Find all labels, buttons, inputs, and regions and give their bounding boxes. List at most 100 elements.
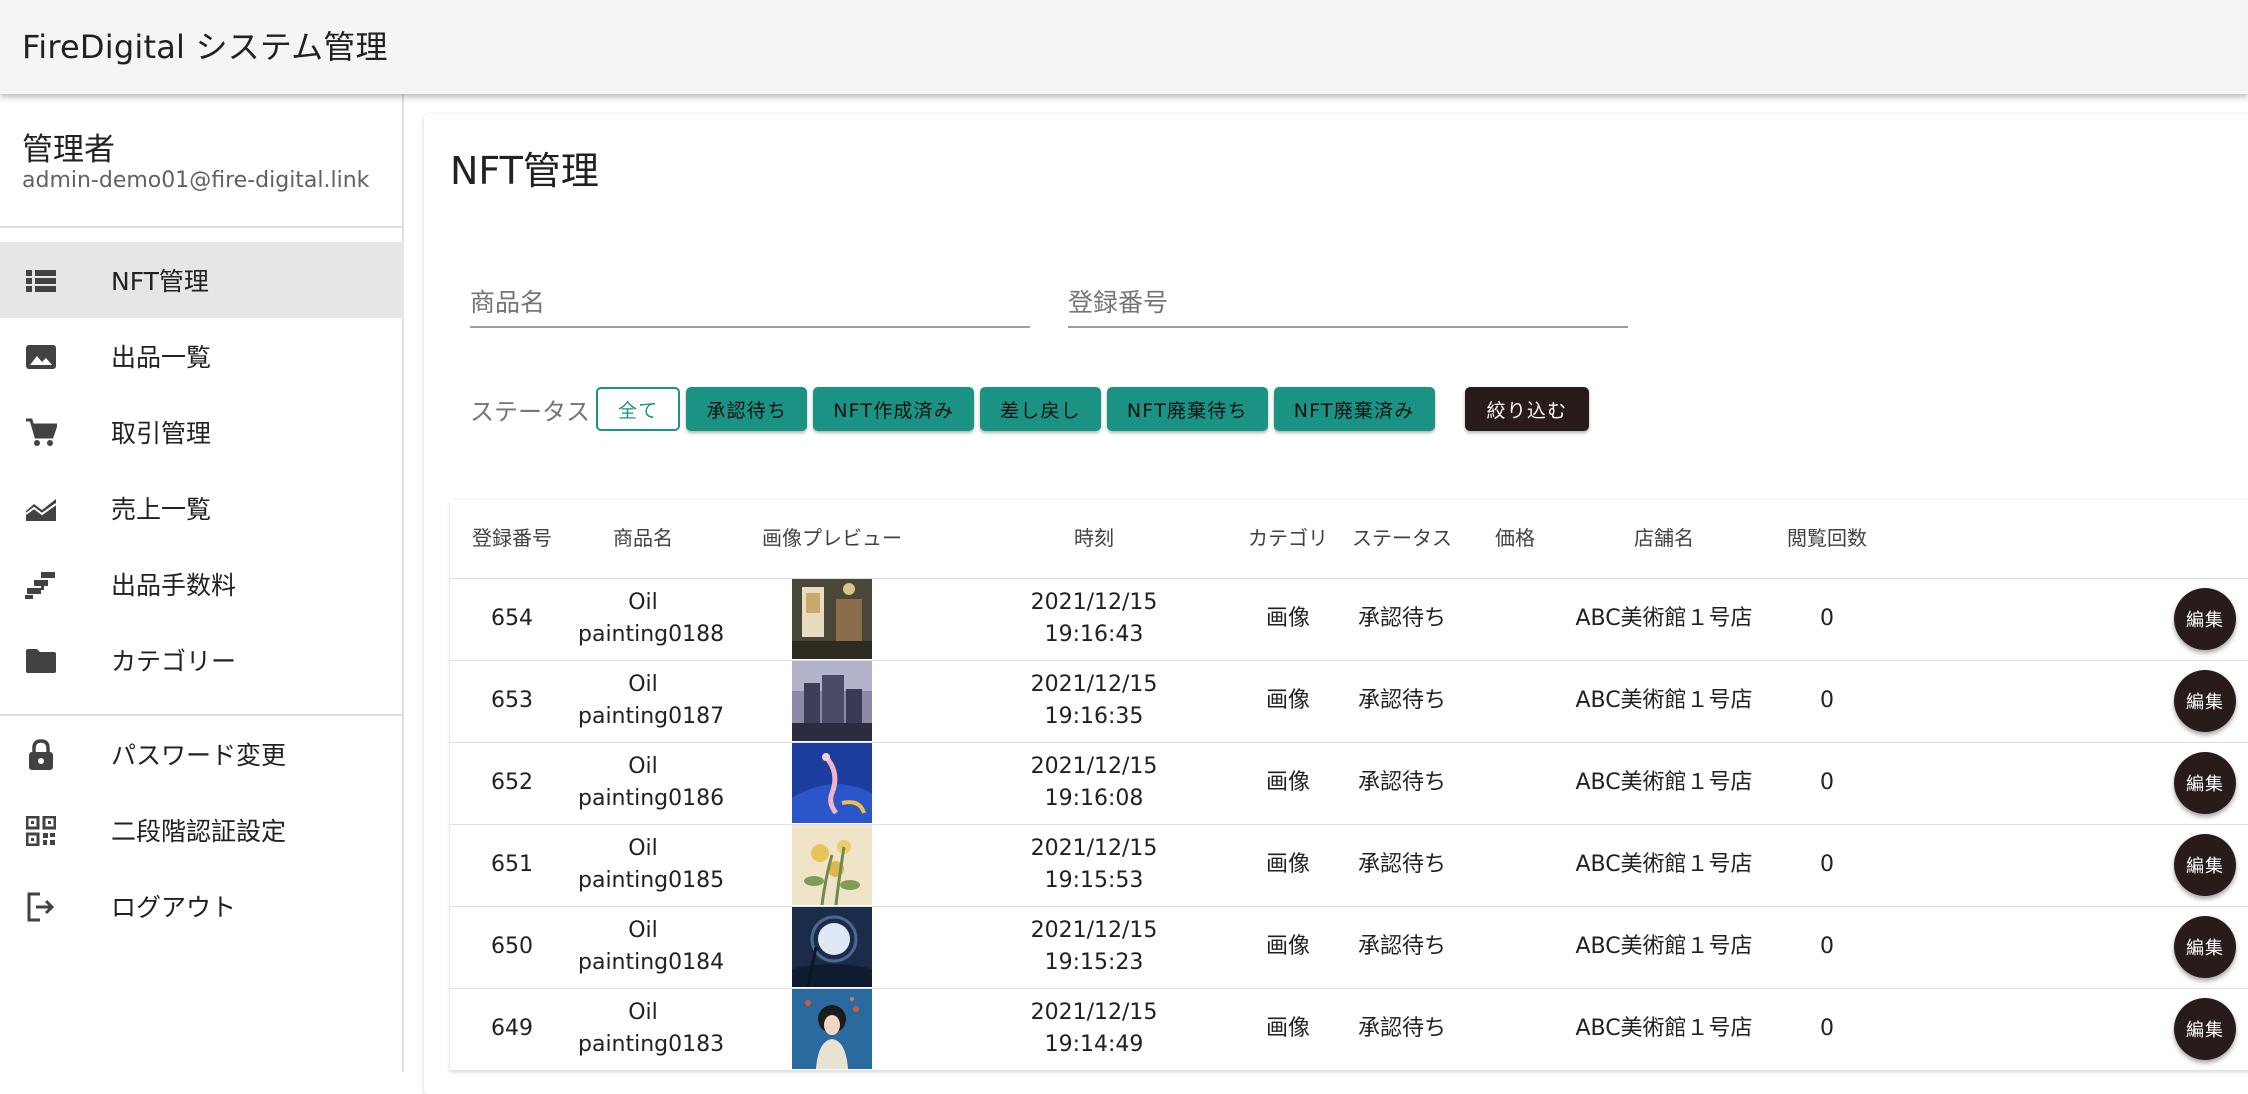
cell-image bbox=[712, 578, 952, 661]
cell-time: 2021/12/15 19:15:53 bbox=[952, 824, 1236, 907]
product-name-field[interactable] bbox=[470, 264, 1030, 328]
image-preview[interactable] bbox=[792, 661, 872, 741]
cell-reg-number: 649 bbox=[450, 988, 574, 1071]
status-chip-disposal-pending[interactable]: NFT廃棄待ち bbox=[1106, 387, 1268, 431]
table-row[interactable]: 649 Oil painting0183 2021/12/15 19:14:49 … bbox=[450, 988, 2248, 1071]
product-name-input[interactable] bbox=[470, 264, 1030, 326]
table-row[interactable]: 653 Oil painting0187 2021/12/15 19:16:35 … bbox=[450, 660, 2248, 743]
table-row[interactable]: 654 Oil painting0188 2021/12/15 19:16:43 … bbox=[450, 578, 2248, 661]
table-header-row: 登録番号 商品名 画像プレビュー 時刻 カテゴリ ステータス 価格 店舗名 閲覧… bbox=[450, 500, 2248, 579]
sidebar-item-label: 出品手数料 bbox=[111, 571, 237, 600]
cell-product-name: Oil painting0187 bbox=[574, 660, 724, 743]
cell-views: 0 bbox=[1762, 906, 1892, 989]
status-chip-pending[interactable]: 承認待ち bbox=[686, 387, 808, 431]
apply-filter-button[interactable]: 絞り込む bbox=[1464, 387, 1590, 431]
cell-price bbox=[1464, 660, 1566, 743]
sidebar-item-two-factor[interactable]: 二段階認証設定 bbox=[0, 792, 404, 868]
edit-button[interactable]: 編集 bbox=[2174, 834, 2236, 896]
reg-number-input[interactable] bbox=[1068, 264, 1628, 326]
sidebar-item-sales[interactable]: 売上一覧 bbox=[0, 470, 404, 546]
sidebar-item-label: NFT管理 bbox=[111, 267, 209, 296]
sidebar-item-label: 取引管理 bbox=[111, 419, 212, 448]
image-preview[interactable] bbox=[792, 907, 872, 987]
table-row[interactable]: 651 Oil painting0185 2021/12/15 19:15:53 … bbox=[450, 824, 2248, 907]
cell-time: 2021/12/15 19:16:08 bbox=[952, 742, 1236, 825]
cell-views: 0 bbox=[1762, 660, 1892, 743]
cell-actions: 編集 bbox=[1892, 906, 2248, 989]
cell-reg-number: 651 bbox=[450, 824, 574, 907]
cell-date: 2021/12/15 bbox=[1030, 590, 1158, 615]
cell-date: 2021/12/15 bbox=[1030, 754, 1158, 779]
cell-price bbox=[1464, 742, 1566, 825]
cell-store: ABC美術館１号店 bbox=[1566, 906, 1762, 989]
edit-button[interactable]: 編集 bbox=[2174, 670, 2236, 732]
status-chip-returned[interactable]: 差し戻し bbox=[980, 387, 1101, 431]
col-header-views[interactable]: 閲覧回数 bbox=[1762, 500, 1892, 579]
cell-product-name: Oil painting0188 bbox=[574, 578, 724, 661]
col-header-image-preview[interactable]: 画像プレビュー bbox=[712, 500, 952, 579]
cell-views: 0 bbox=[1762, 824, 1892, 907]
col-header-product-name[interactable]: 商品名 bbox=[574, 500, 712, 579]
col-header-reg-number[interactable]: 登録番号 bbox=[450, 500, 574, 579]
cell-store: ABC美術館１号店 bbox=[1566, 988, 1762, 1071]
image-preview[interactable] bbox=[792, 743, 872, 823]
table-row[interactable]: 652 Oil painting0186 2021/12/15 19:16:08 … bbox=[450, 742, 2248, 825]
sidebar-item-listings[interactable]: 出品一覧 bbox=[0, 318, 404, 394]
cell-time: 2021/12/15 19:16:35 bbox=[952, 660, 1236, 743]
cell-actions: 編集 bbox=[1892, 988, 2248, 1071]
cell-reg-number: 654 bbox=[450, 578, 574, 661]
cell-image bbox=[712, 742, 952, 825]
cell-time: 2021/12/15 19:14:49 bbox=[952, 988, 1236, 1071]
col-header-price[interactable]: 価格 bbox=[1464, 500, 1566, 579]
cell-store: ABC美術館１号店 bbox=[1566, 660, 1762, 743]
status-chip-disposed[interactable]: NFT廃棄済み bbox=[1273, 387, 1435, 431]
cell-image bbox=[712, 906, 952, 989]
cell-store: ABC美術館１号店 bbox=[1566, 578, 1762, 661]
sidebar-item-transactions[interactable]: 取引管理 bbox=[0, 394, 404, 470]
col-header-status[interactable]: ステータス bbox=[1340, 500, 1464, 579]
main-content: NFT管理 ステータス 全て 承認待ち NFT作成済み 差し戻し NFT廃棄待ち… bbox=[424, 114, 2248, 1094]
cart-icon bbox=[24, 416, 58, 450]
cell-status: 承認待ち bbox=[1340, 742, 1464, 825]
sidebar-item-label: パスワード変更 bbox=[111, 741, 287, 770]
cell-product-name: Oil painting0184 bbox=[574, 906, 724, 989]
cell-clock: 19:15:23 bbox=[1044, 950, 1144, 975]
cell-image bbox=[712, 824, 952, 907]
col-header-category[interactable]: カテゴリ bbox=[1236, 500, 1340, 579]
reg-number-field[interactable] bbox=[1068, 264, 1628, 328]
col-header-time[interactable]: 時刻 bbox=[952, 500, 1236, 579]
edit-button[interactable]: 編集 bbox=[2174, 916, 2236, 978]
cell-category: 画像 bbox=[1236, 988, 1340, 1071]
cell-clock: 19:15:53 bbox=[1044, 868, 1144, 893]
image-preview[interactable] bbox=[792, 989, 872, 1069]
cell-reg-number: 652 bbox=[450, 742, 574, 825]
image-preview[interactable] bbox=[792, 579, 872, 659]
edit-button[interactable]: 編集 bbox=[2174, 752, 2236, 814]
edit-button[interactable]: 編集 bbox=[2174, 998, 2236, 1060]
cell-actions: 編集 bbox=[1892, 660, 2248, 743]
cell-price bbox=[1464, 988, 1566, 1071]
cell-category: 画像 bbox=[1236, 742, 1340, 825]
cell-product-name: Oil painting0185 bbox=[574, 824, 724, 907]
sidebar-item-nft-management[interactable]: NFT管理 bbox=[0, 242, 404, 318]
cell-product-name: Oil painting0186 bbox=[574, 742, 724, 825]
sidebar-item-label: 売上一覧 bbox=[111, 495, 212, 524]
col-header-store[interactable]: 店舗名 bbox=[1566, 500, 1762, 579]
list-icon bbox=[24, 264, 58, 298]
edit-button[interactable]: 編集 bbox=[2174, 588, 2236, 650]
sidebar-item-category[interactable]: カテゴリー bbox=[0, 622, 404, 698]
sidebar-item-password-change[interactable]: パスワード変更 bbox=[0, 716, 404, 792]
nft-table: 登録番号 商品名 画像プレビュー 時刻 カテゴリ ステータス 価格 店舗名 閲覧… bbox=[450, 500, 2248, 1071]
image-preview[interactable] bbox=[792, 825, 872, 905]
sidebar-item-listing-fee[interactable]: 出品手数料 bbox=[0, 546, 404, 622]
status-chip-nft-created[interactable]: NFT作成済み bbox=[813, 387, 975, 431]
sidebar-item-logout[interactable]: ログアウト bbox=[0, 868, 404, 944]
table-row[interactable]: 650 Oil painting0184 2021/12/15 19:15:23 … bbox=[450, 906, 2248, 989]
image-icon bbox=[24, 340, 58, 374]
col-header-actions bbox=[1892, 500, 2248, 579]
user-name: 管理者 bbox=[22, 132, 115, 168]
cell-clock: 19:16:08 bbox=[1044, 786, 1144, 811]
sidebar-item-label: 二段階認証設定 bbox=[111, 817, 287, 846]
status-chip-all[interactable]: 全て bbox=[596, 387, 681, 431]
cell-time: 2021/12/15 19:16:43 bbox=[952, 578, 1236, 661]
